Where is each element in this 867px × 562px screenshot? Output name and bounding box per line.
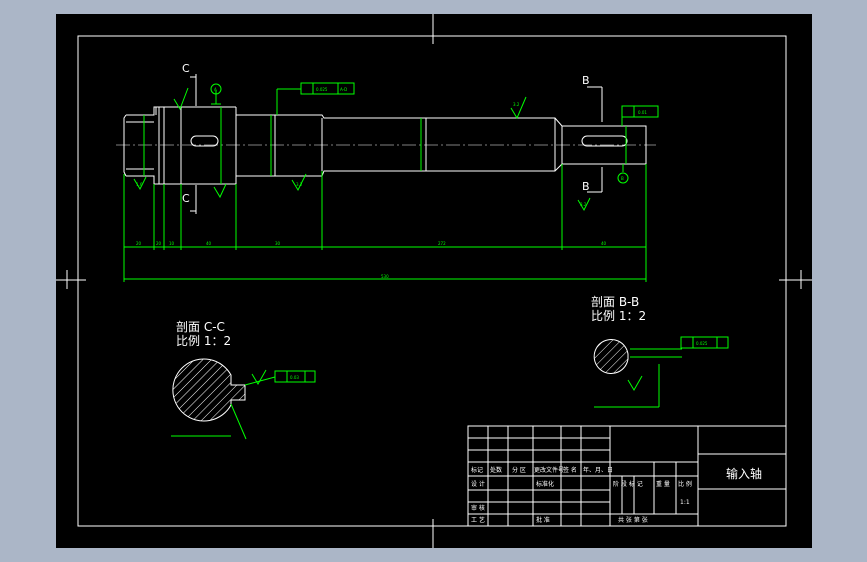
dim-seg-7: 40 (601, 241, 607, 246)
tb-label-count: 处数 (490, 466, 502, 474)
section-bb-scale: 比例 1：2 (591, 309, 646, 323)
tb-label-sign: 签 名 (563, 466, 577, 474)
section-cc-scale: 比例 1：2 (176, 334, 231, 348)
roughness-shoulder: 3.2 (513, 102, 520, 107)
dim-seg-3: 10 (169, 241, 175, 246)
dim-seg-6: 272 (438, 241, 446, 246)
tol-bb-value: 0.025 (696, 341, 708, 346)
tb-label-scale: 比 例 (678, 480, 692, 488)
tb-label-process: 工 艺 (471, 516, 485, 524)
datum-b-label: B (621, 176, 624, 181)
section-cut-c: C C (182, 62, 197, 214)
roughness-fine: 1.6 (136, 182, 143, 187)
tb-scale-value: 1:1 (680, 499, 690, 506)
roughness-symbols: 3.2 3.2 1.6 3.2 (133, 87, 591, 212)
tb-label-mark: 标记 (471, 466, 483, 474)
cad-viewport[interactable]: C C B B 20 20 10 40 30 272 40 530 0.025 … (56, 14, 812, 548)
tb-label-design: 设 计 (471, 480, 485, 488)
sheet-frame (56, 14, 812, 548)
tb-label-zone: 分 区 (512, 466, 526, 474)
tb-label-review: 审 核 (471, 504, 485, 512)
drawing-canvas: C C B B 20 20 10 40 30 272 40 530 0.025 … (56, 14, 812, 548)
tol-parallel-value: 0.01 (638, 110, 647, 115)
tol-cc-value: 0.03 (290, 375, 299, 380)
tb-sheet-info: 共 张 第 张 (618, 516, 648, 524)
shaft-outline (123, 106, 647, 185)
tb-label-stage-mark: 阶 段 标 记 (613, 480, 643, 488)
tb-label-date: 年、月、日 (583, 466, 613, 474)
section-cut-b: B B (582, 74, 603, 193)
section-c-marker-top: C (182, 62, 190, 75)
section-c-marker-bottom: C (182, 192, 190, 205)
tolerance-runout: 0.025 A-D (276, 82, 355, 115)
dim-seg-4: 40 (206, 241, 212, 246)
tol-runout-value: 0.025 (316, 87, 328, 92)
roughness-main: 3.2 (296, 182, 303, 187)
section-b-marker-top: B (582, 74, 590, 87)
tb-label-standardize: 标准化 (536, 480, 554, 488)
datum-marker-a: A (210, 83, 222, 105)
section-bb-title: 剖面 B-B (591, 295, 639, 309)
dim-seg-2: 20 (156, 241, 162, 246)
tol-runout-datum: A-D (340, 87, 347, 92)
datum-a-label: A (214, 87, 217, 92)
section-b-marker-bottom: B (582, 180, 590, 193)
roughness-key: 3.2 (580, 202, 587, 207)
dim-total: 530 (381, 274, 389, 279)
section-cc-title: 剖面 C-C (176, 320, 225, 334)
tb-label-weight: 重 量 (656, 480, 670, 488)
datum-marker-b: B (617, 164, 629, 184)
dim-seg-5: 30 (275, 241, 281, 246)
section-cc: 剖面 C-C 比例 1：2 0.03 (171, 320, 316, 440)
title-block: 标记 处数 分 区 更改文件号 签 名 年、月、日 设 计 标准化 阶 段 标 … (467, 425, 787, 527)
dim-seg-1: 20 (136, 241, 142, 246)
tb-label-approve: 批 准 (536, 516, 550, 524)
tb-part-name: 输入轴 (726, 466, 762, 481)
tb-label-change-doc: 更改文件号 (534, 466, 564, 474)
section-bb: 剖面 B-B 比例 1：2 0.025 (591, 295, 729, 408)
tolerance-parallel: 0.01 (621, 105, 659, 126)
dimension-lines (123, 107, 647, 282)
